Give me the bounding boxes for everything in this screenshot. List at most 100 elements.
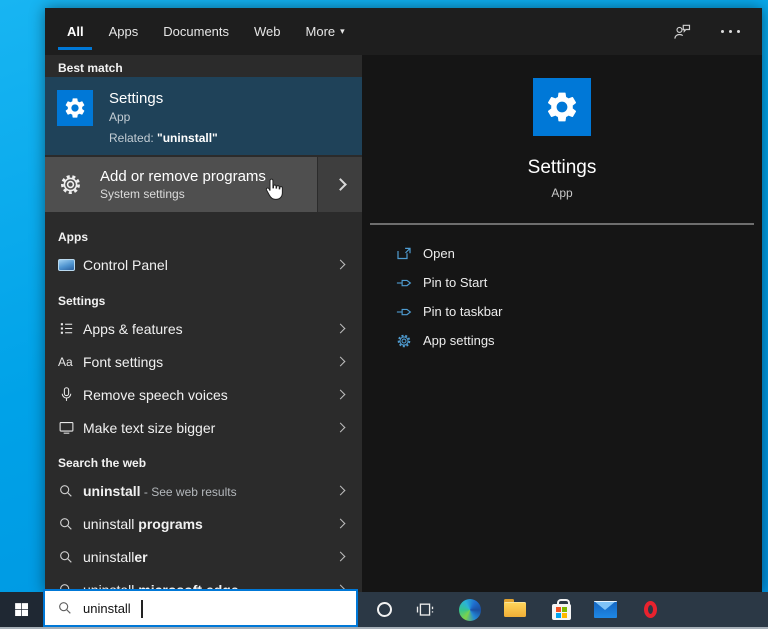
gear-outline-icon xyxy=(57,171,84,198)
preview-title: Settings xyxy=(527,157,597,178)
chevron-right-icon[interactable] xyxy=(335,422,346,433)
action-pin-to-taskbar[interactable]: Pin to taskbar xyxy=(362,297,762,326)
add-remove-subtitle: System settings xyxy=(100,187,185,201)
chevron-right-icon[interactable] xyxy=(335,485,346,496)
chevron-right-icon[interactable] xyxy=(335,259,346,270)
settings-app-icon-large xyxy=(533,78,591,136)
result-apps-and-features[interactable]: Apps & features xyxy=(45,312,362,345)
taskbar xyxy=(0,589,768,629)
preview-panel: Settings App Open Pin to Start Pin to ta… xyxy=(362,55,762,592)
tab-documents-label: Documents xyxy=(163,24,230,39)
section-label-apps: Apps xyxy=(58,230,88,244)
search-flyout: All Apps Documents Web More ▾ Best match … xyxy=(45,8,762,592)
control-panel-icon xyxy=(58,258,83,271)
chevron-right-icon xyxy=(333,178,347,191)
result-label: uninstall - See web results xyxy=(83,482,237,499)
cortana-icon xyxy=(376,602,392,617)
tab-apps[interactable]: Apps xyxy=(109,8,139,55)
taskbar-search-box[interactable] xyxy=(43,589,358,627)
expand-result-chevron[interactable] xyxy=(317,157,362,212)
section-label-best-match: Best match xyxy=(58,61,123,75)
web-result-uninstall-programs[interactable]: uninstall programs xyxy=(45,507,362,540)
tab-apps-label: Apps xyxy=(108,24,139,39)
action-app-settings[interactable]: App settings xyxy=(362,326,762,355)
microsoft-store-button[interactable] xyxy=(539,592,583,627)
gear-icon xyxy=(395,332,413,350)
edge-button[interactable] xyxy=(448,592,492,627)
opera-button[interactable] xyxy=(628,592,672,627)
result-remove-speech-voices[interactable]: Remove speech voices xyxy=(45,378,362,411)
pin-icon xyxy=(395,303,413,321)
search-header: All Apps Documents Web More ▾ xyxy=(45,8,762,55)
task-view-icon xyxy=(415,600,435,620)
action-label: Pin to taskbar xyxy=(423,304,503,319)
best-match-title: Settings xyxy=(109,90,164,107)
web-result-uninstaller[interactable]: uninstaller xyxy=(45,540,362,573)
action-open[interactable]: Open xyxy=(362,239,762,268)
divider xyxy=(370,223,754,225)
tab-all-label: All xyxy=(67,24,84,39)
taskbar-search-input[interactable] xyxy=(83,600,283,616)
open-icon xyxy=(395,245,413,263)
mouse-cursor-hand xyxy=(265,178,283,200)
preview-type: App xyxy=(551,186,573,200)
text-caret xyxy=(141,600,143,618)
best-match-result-settings[interactable]: Settings App Related: "uninstall" xyxy=(45,77,362,155)
chevron-right-icon[interactable] xyxy=(335,389,346,400)
mail-button[interactable] xyxy=(583,592,627,627)
action-label: Open xyxy=(423,246,455,261)
chevron-right-icon[interactable] xyxy=(335,551,346,562)
cortana-button[interactable] xyxy=(362,592,406,627)
chevron-right-icon[interactable] xyxy=(335,323,346,334)
result-font-settings[interactable]: Aa Font settings xyxy=(45,345,362,378)
start-button[interactable] xyxy=(0,592,43,627)
apps-features-list-icon xyxy=(58,320,83,337)
tab-web[interactable]: Web xyxy=(254,8,281,55)
best-match-related: Related: "uninstall" xyxy=(109,131,218,145)
tab-all[interactable]: All xyxy=(67,8,84,55)
search-icon xyxy=(58,483,83,499)
file-explorer-icon xyxy=(504,599,526,617)
task-view-button[interactable] xyxy=(403,592,447,627)
result-label: Apps & features xyxy=(83,320,183,337)
font-icon: Aa xyxy=(58,354,73,369)
edge-icon xyxy=(459,598,481,621)
result-label: uninstall programs xyxy=(83,515,203,532)
add-remove-title: Add or remove programs xyxy=(100,168,266,185)
section-label-settings: Settings xyxy=(58,294,106,308)
chevron-right-icon[interactable] xyxy=(335,356,346,367)
more-options-icon[interactable] xyxy=(718,30,742,33)
action-label: Pin to Start xyxy=(423,275,488,290)
result-add-or-remove-programs[interactable]: Add or remove programs System settings xyxy=(45,157,362,212)
result-make-text-size-bigger[interactable]: Make text size bigger xyxy=(45,411,362,444)
action-label: App settings xyxy=(423,333,495,348)
web-result-uninstall[interactable]: uninstall - See web results xyxy=(45,474,362,507)
result-label: uninstaller xyxy=(83,548,148,565)
settings-app-icon xyxy=(57,90,93,126)
store-icon xyxy=(551,599,571,620)
action-pin-to-start[interactable]: Pin to Start xyxy=(362,268,762,297)
tab-more-label: More xyxy=(305,24,336,39)
related-term: "uninstall" xyxy=(157,131,218,145)
result-label: Font settings xyxy=(83,353,164,370)
tab-documents[interactable]: Documents xyxy=(163,8,229,55)
tab-more[interactable]: More ▾ xyxy=(306,8,345,55)
opera-icon xyxy=(643,601,657,618)
search-filter-tabs: All Apps Documents Web More ▾ xyxy=(45,8,345,55)
search-icon xyxy=(57,600,73,616)
search-icon xyxy=(58,549,83,565)
result-label: Control Panel xyxy=(83,256,168,273)
file-explorer-button[interactable] xyxy=(493,592,537,627)
chevron-down-icon: ▾ xyxy=(340,26,345,36)
display-icon xyxy=(58,419,83,436)
result-label: Make text size bigger xyxy=(83,419,216,436)
tab-web-label: Web xyxy=(254,24,281,39)
account-feedback-icon[interactable] xyxy=(672,22,692,42)
pin-icon xyxy=(395,274,413,292)
chevron-right-icon[interactable] xyxy=(335,518,346,529)
result-label: Remove speech voices xyxy=(83,386,228,403)
mail-icon xyxy=(593,601,617,618)
search-icon xyxy=(58,516,83,532)
result-control-panel[interactable]: Control Panel xyxy=(45,248,362,281)
best-match-type: App xyxy=(109,110,131,124)
